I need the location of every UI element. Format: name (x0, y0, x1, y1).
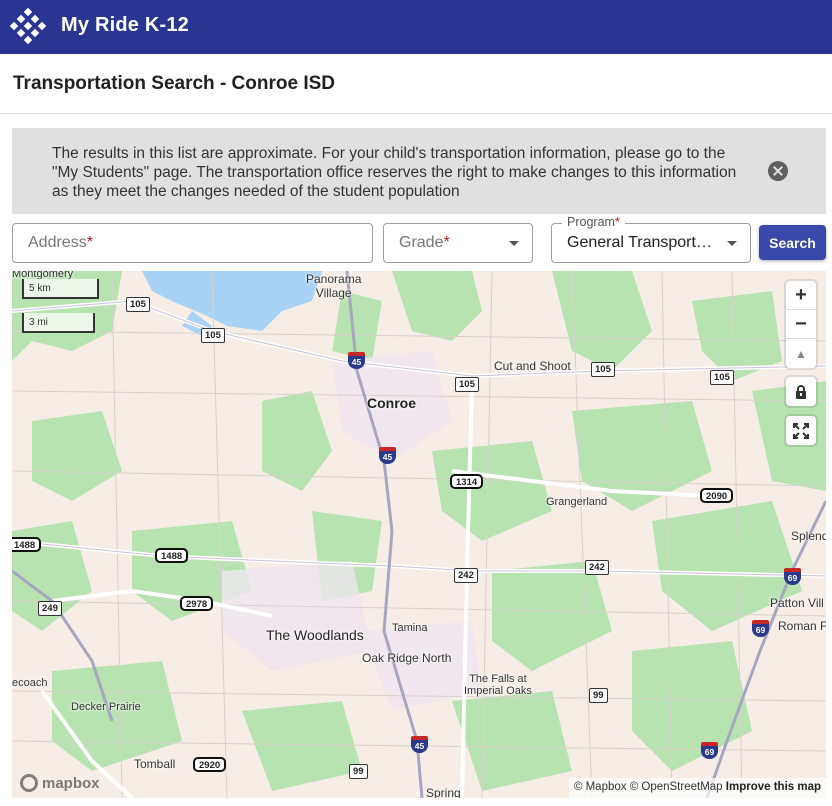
route-shield: 1488 (12, 537, 42, 552)
search-button[interactable]: Search (759, 225, 826, 260)
route-shield: 2978 (180, 596, 214, 611)
route-shield: 249 (38, 601, 62, 616)
fullscreen-icon (793, 422, 809, 439)
place-label-splendora: Splend (791, 529, 826, 543)
interstate-shield: 69 (701, 742, 718, 759)
route-shield: 2090 (700, 488, 734, 503)
route-shield: 242 (454, 568, 478, 583)
map-base-layer (12, 271, 826, 798)
route-shield: 1488 (155, 548, 189, 563)
chevron-down-icon (727, 241, 737, 246)
app-title[interactable]: My Ride K-12 (61, 14, 189, 37)
scale-bar-mi: 3 mi (22, 313, 95, 333)
interstate-shield: 69 (752, 620, 769, 637)
route-shield: 105 (201, 328, 225, 343)
notice-text: The results in this list are approximate… (52, 145, 737, 200)
top-app-bar: My Ride K-12 (0, 0, 832, 54)
route-shield: 99 (589, 688, 608, 703)
place-label-the-woodlands: The Woodlands (266, 627, 364, 643)
route-shield: 2920 (193, 757, 227, 772)
fullscreen-button[interactable] (786, 416, 816, 445)
lock-button[interactable] (786, 377, 816, 406)
route-shield: 105 (710, 370, 734, 385)
grade-select[interactable]: Grade* (383, 223, 533, 263)
compass-button[interactable]: ▲ (786, 339, 816, 368)
notice-banner: The results in this list are approximate… (12, 128, 826, 214)
interstate-shield: 45 (348, 352, 365, 369)
place-label-spring: Spring (426, 786, 461, 798)
page-title: Transportation Search - Conroe ISD (13, 73, 335, 94)
scale-bar-km: 5 km (22, 279, 99, 299)
zoom-controls: + − ▲ (786, 281, 816, 368)
close-notice-icon[interactable] (768, 161, 788, 181)
map-attribution: © Mapbox © OpenStreetMap Improve this ma… (568, 778, 826, 798)
place-label-tamina: Tamina (392, 622, 428, 634)
place-label-roman-forest: Roman F (778, 619, 826, 633)
route-shield: 1314 (450, 474, 484, 489)
interstate-shield: 45 (379, 447, 396, 464)
route-shield: 105 (455, 377, 479, 392)
lock-icon (796, 384, 806, 399)
program-label: Program* (562, 215, 625, 229)
interstate-shield: 45 (411, 736, 428, 753)
address-input[interactable]: Address* (12, 223, 373, 263)
place-label-decker-prairie: Decker Prairie (71, 701, 141, 713)
attribution-text[interactable]: © Mapbox © OpenStreetMap (574, 781, 723, 793)
place-label-grangerland: Grangerland (546, 496, 608, 508)
zoom-in-button[interactable]: + (786, 281, 816, 310)
address-placeholder: Address* (28, 234, 93, 251)
route-shield: 242 (585, 560, 609, 575)
app-logo-icon[interactable] (8, 8, 48, 46)
mapbox-logo[interactable]: mapbox (20, 774, 100, 792)
place-label-tomball: Tomball (134, 757, 176, 771)
route-shield: 105 (126, 297, 150, 312)
place-label-oak-ridge-north: Oak Ridge North (362, 651, 452, 665)
zoom-out-button[interactable]: − (786, 310, 816, 339)
grade-placeholder: Grade* (399, 234, 450, 251)
route-shield: 99 (349, 764, 368, 779)
map-canvas[interactable]: Montgomery Panorama Village Conroe Cut a… (12, 271, 826, 798)
program-value: General Transportation (567, 234, 715, 251)
place-label-conroe: Conroe (367, 395, 416, 411)
mapbox-logo-icon (20, 774, 38, 792)
place-label-panorama-village: Panorama Village (306, 272, 362, 300)
place-label-patton-village: Patton Vill (770, 596, 824, 610)
fullscreen-control (786, 416, 816, 445)
place-label-cut-and-shoot: Cut and Shoot (494, 359, 571, 373)
chevron-down-icon (509, 241, 519, 246)
improve-map-link[interactable]: Improve this map (726, 781, 821, 793)
route-shield: 105 (591, 362, 615, 377)
page-header: Transportation Search - Conroe ISD (0, 54, 832, 114)
place-label-falls-imperial-oaks: The Falls at Imperial Oaks (464, 673, 532, 697)
interstate-shield: 69 (784, 568, 801, 585)
program-select[interactable]: Program* General Transportation (551, 215, 751, 263)
lock-control (786, 377, 816, 406)
place-label-pinehurst: ecoach (12, 677, 48, 689)
